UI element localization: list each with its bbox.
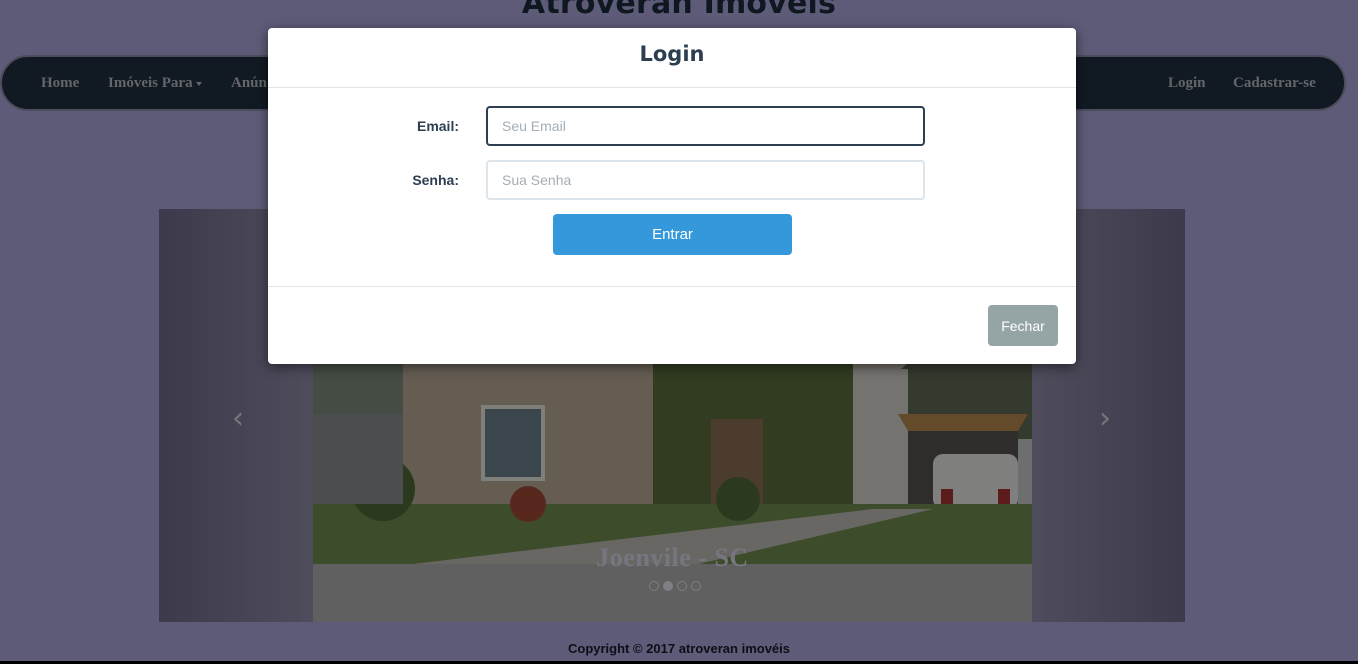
password-field[interactable] xyxy=(486,160,925,200)
login-modal: Login Email: Senha: Entrar Fechar xyxy=(268,28,1076,364)
modal-header: Login xyxy=(268,28,1076,88)
password-label: Senha: xyxy=(412,172,459,188)
email-label: Email: xyxy=(416,118,459,134)
modal-footer: Fechar xyxy=(268,286,1076,364)
close-button[interactable]: Fechar xyxy=(988,305,1058,346)
submit-button[interactable]: Entrar xyxy=(553,214,792,255)
modal-title: Login xyxy=(639,42,705,66)
email-field[interactable] xyxy=(486,106,925,146)
